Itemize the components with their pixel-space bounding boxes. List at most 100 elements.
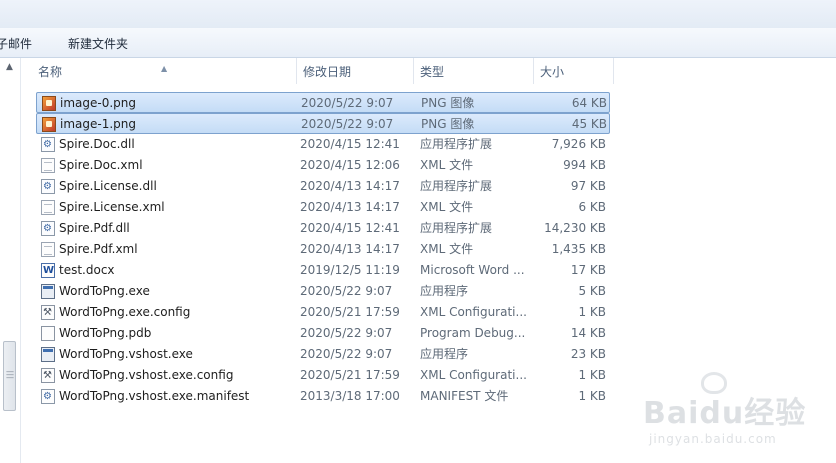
file-type: 应用程序扩展: [420, 179, 493, 193]
column-header-row: 名称 ▲ 修改日期 类型 大小: [21, 58, 621, 84]
file-name: WordToPng.pdb: [59, 326, 152, 340]
file-row[interactable]: WordToPng.vshost.exe.manifest 2013/3/18 1…: [36, 386, 610, 407]
file-name: Spire.Pdf.xml: [59, 242, 138, 256]
file-size: 17 KB: [570, 263, 606, 277]
xml-file-icon: [41, 242, 55, 257]
file-modified-date: 2020/4/13 14:17: [300, 200, 400, 214]
file-type: Program Debug...: [420, 326, 526, 340]
file-row[interactable]: Spire.Doc.dll 2020/4/15 12:41 应用程序扩展 7,926 …: [36, 134, 610, 155]
file-type: XML Configurati...: [420, 305, 527, 319]
file-size: 7,926 KB: [551, 137, 606, 151]
file-row[interactable]: Spire.Doc.xml 2020/4/15 12:06 XML 文件 994 KB: [36, 155, 610, 176]
file-name: image-1.png: [60, 117, 136, 131]
file-modified-date: 2020/5/21 17:59: [300, 368, 400, 382]
file-modified-date: 2020/4/15 12:06: [300, 158, 400, 172]
file-name: Spire.Doc.xml: [59, 158, 143, 172]
file-row[interactable]: image-0.png 2020/5/22 9:07 PNG 图像 64 KB: [36, 92, 610, 113]
file-size: 64 KB: [571, 96, 607, 110]
file-type: PNG 图像: [421, 117, 475, 131]
file-name: WordToPng.vshost.exe.config: [59, 368, 234, 382]
file-modified-date: 2020/4/13 14:17: [300, 179, 400, 193]
file-name: WordToPng.exe: [59, 284, 150, 298]
file-row[interactable]: WordToPng.vshost.exe 2020/5/22 9:07 应用程序 23…: [36, 344, 610, 365]
file-size: 1 KB: [578, 305, 606, 319]
file-row[interactable]: test.docx 2019/12/5 11:19 Microsoft Word .…: [36, 260, 610, 281]
file-type: 应用程序扩展: [420, 137, 493, 151]
file-size: 14 KB: [570, 326, 606, 340]
file-name: Spire.Doc.dll: [59, 137, 135, 151]
email-button[interactable]: 子邮件: [0, 35, 32, 52]
file-type: XML 文件: [420, 200, 474, 214]
file-modified-date: 2020/4/15 12:41: [300, 221, 400, 235]
file-name: WordToPng.exe.config: [59, 305, 191, 319]
xml-file-icon: [41, 200, 55, 215]
file-row[interactable]: Spire.Pdf.dll 2020/4/15 12:41 应用程序扩展 14,230…: [36, 218, 610, 239]
new-folder-button[interactable]: 新建文件夹: [68, 35, 128, 52]
scroll-up-arrow-icon[interactable]: ▲: [6, 62, 13, 72]
file-size: 1,435 KB: [551, 242, 606, 256]
file-row[interactable]: Spire.License.dll 2020/4/13 14:17 应用程序扩展 97…: [36, 176, 610, 197]
file-row[interactable]: image-1.png 2020/5/22 9:07 PNG 图像 45 KB: [36, 113, 610, 134]
png-file-icon: [42, 117, 56, 132]
file-type: XML 文件: [420, 242, 474, 256]
file-name: test.docx: [59, 263, 115, 277]
column-header-name[interactable]: 名称 ▲: [21, 58, 297, 84]
column-header-type[interactable]: 类型: [414, 58, 534, 84]
file-modified-date: 2020/4/13 14:17: [300, 242, 400, 256]
watermark-url: jingyan.baidu.com: [649, 432, 777, 446]
exe-file-icon: [41, 284, 55, 299]
word-doc-icon: [41, 263, 55, 278]
exe-file-icon: [41, 347, 55, 362]
column-header-type-label: 类型: [420, 65, 445, 79]
file-row[interactable]: Spire.Pdf.xml 2020/4/13 14:17 XML 文件 1,435 …: [36, 239, 610, 260]
column-header-name-label: 名称: [38, 65, 63, 79]
navigation-pane-scrollbar[interactable]: ▲ — — —: [0, 58, 21, 463]
watermark-brand: Baidu经验: [643, 396, 807, 431]
file-size: 45 KB: [571, 117, 607, 131]
file-type: MANIFEST 文件: [420, 389, 509, 403]
file-size: 1 KB: [578, 389, 606, 403]
file-row[interactable]: WordToPng.vshost.exe.config 2020/5/21 17:…: [36, 365, 610, 386]
file-type: PNG 图像: [421, 96, 475, 110]
column-header-date[interactable]: 修改日期: [297, 58, 414, 84]
xml-file-icon: [41, 158, 55, 173]
baidu-paw-logo-icon: [701, 372, 727, 394]
png-file-icon: [42, 96, 56, 111]
scrollbar-thumb[interactable]: — — —: [3, 341, 16, 411]
dll-file-icon: [41, 179, 55, 194]
dll-file-icon: [41, 137, 55, 152]
file-size: 6 KB: [578, 200, 606, 214]
file-size: 5 KB: [578, 284, 606, 298]
file-name: WordToPng.vshost.exe: [59, 347, 193, 361]
file-row[interactable]: WordToPng.exe.config 2020/5/21 17:59 XML C…: [36, 302, 610, 323]
file-size: 14,230 KB: [544, 221, 606, 235]
dll-file-icon: [41, 221, 55, 236]
file-type: 应用程序: [420, 347, 469, 361]
file-name: Spire.License.xml: [59, 200, 165, 214]
file-modified-date: 2020/5/22 9:07: [301, 117, 394, 131]
file-row[interactable]: WordToPng.exe 2020/5/22 9:07 应用程序 5 KB: [36, 281, 610, 302]
file-modified-date: 2020/5/22 9:07: [301, 96, 394, 110]
column-header-size-label: 大小: [540, 65, 565, 79]
column-header-size[interactable]: 大小: [534, 58, 614, 84]
file-size: 994 KB: [563, 158, 606, 172]
file-modified-date: 2013/3/18 17:00: [300, 389, 400, 403]
pdb-file-icon: [41, 326, 55, 341]
file-modified-date: 2020/5/22 9:07: [300, 347, 393, 361]
file-row[interactable]: WordToPng.pdb 2020/5/22 9:07 Program Debug…: [36, 323, 610, 344]
file-modified-date: 2020/4/15 12:41: [300, 137, 400, 151]
file-row[interactable]: Spire.License.xml 2020/4/13 14:17 XML 文件 6 …: [36, 197, 610, 218]
file-name: WordToPng.vshost.exe.manifest: [59, 389, 250, 403]
file-modified-date: 2020/5/21 17:59: [300, 305, 400, 319]
file-type: 应用程序扩展: [420, 221, 493, 235]
config-file-icon: [41, 368, 55, 383]
file-type: XML Configurati...: [420, 368, 527, 382]
grip-icon: — — —: [6, 367, 14, 382]
file-name: Spire.Pdf.dll: [59, 221, 130, 235]
file-modified-date: 2020/5/22 9:07: [300, 284, 393, 298]
manifest-file-icon: [41, 389, 55, 404]
file-modified-date: 2020/5/22 9:07: [300, 326, 393, 340]
file-size: 1 KB: [578, 368, 606, 382]
file-type: 应用程序: [420, 284, 469, 298]
file-type: XML 文件: [420, 158, 474, 172]
